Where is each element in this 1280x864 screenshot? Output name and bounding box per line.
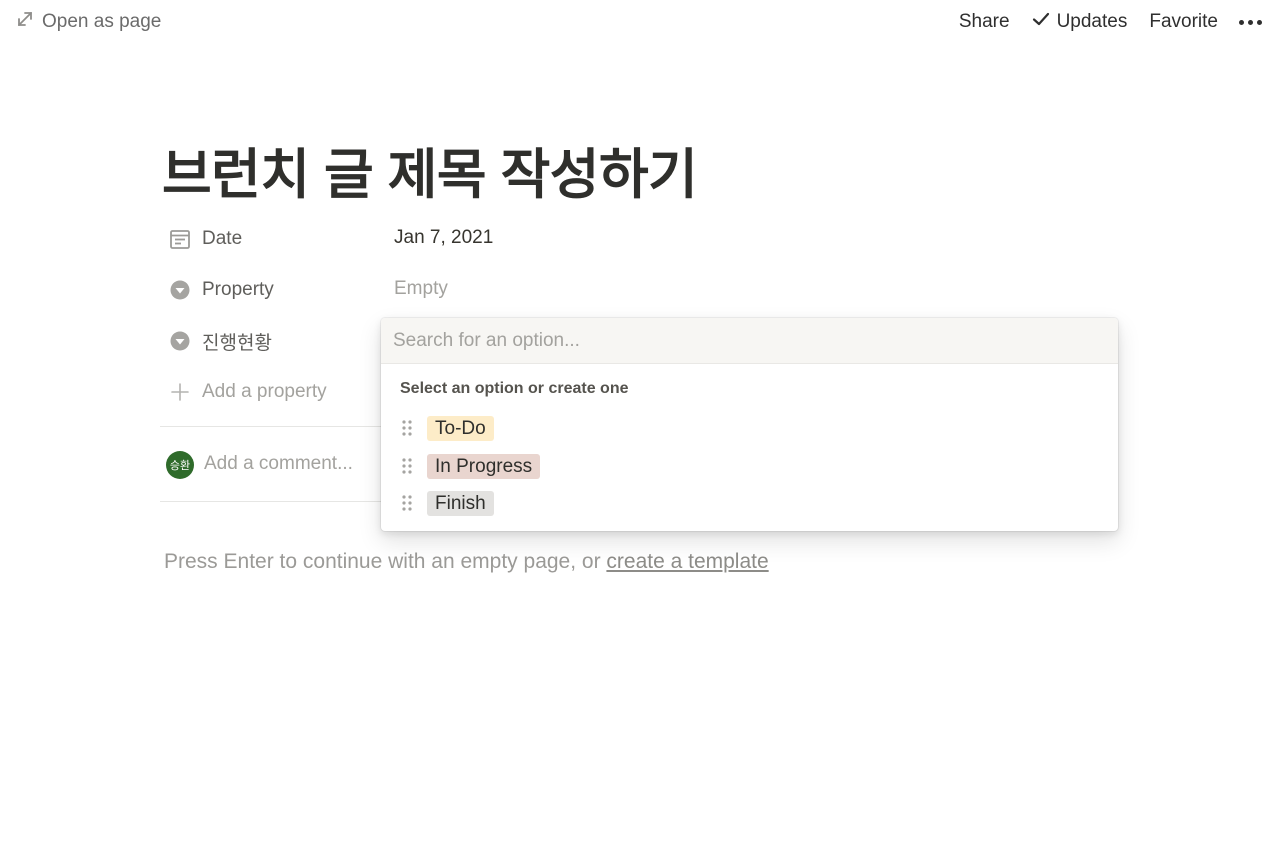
add-property-label: Add a property	[202, 381, 327, 402]
top-actions: Share Updates Favorite	[948, 9, 1266, 35]
drag-handle-icon[interactable]	[397, 493, 417, 513]
property-value[interactable]: Empty	[394, 278, 448, 300]
option-tag: Finish	[427, 490, 494, 516]
updates-label: Updates	[1056, 11, 1128, 32]
share-button[interactable]: Share	[948, 11, 1021, 33]
page-title[interactable]: 브런치 글 제목 작성하기	[162, 130, 698, 209]
option-item-finish[interactable]: Finish	[397, 488, 494, 518]
date-label: Date	[202, 228, 243, 249]
option-item-todo[interactable]: To-Do	[397, 413, 494, 443]
divider	[160, 501, 390, 502]
property-date[interactable]: Date	[166, 223, 386, 255]
property-status[interactable]: 진행현황	[166, 325, 386, 357]
hint-text: Press Enter to continue with an empty pa…	[164, 550, 607, 573]
drag-handle-icon[interactable]	[397, 456, 417, 476]
share-label: Share	[958, 11, 1010, 32]
drag-handle-icon[interactable]	[397, 418, 417, 438]
check-icon	[1032, 11, 1050, 33]
plus-icon	[166, 378, 194, 406]
select-icon	[166, 276, 194, 304]
property-property[interactable]: Property	[166, 274, 386, 306]
updates-button[interactable]: Updates	[1021, 11, 1139, 33]
create-template-link[interactable]: create a template	[606, 550, 768, 573]
calendar-icon	[166, 225, 194, 253]
comment-input[interactable]	[204, 450, 382, 478]
top-bar: Open as page Share Updates Favorite	[0, 0, 1280, 44]
select-icon	[166, 327, 194, 355]
property-label: Property	[202, 279, 274, 300]
option-search-bar	[381, 318, 1118, 364]
open-as-page-button[interactable]: Open as page	[16, 10, 161, 34]
empty-page-hint: Press Enter to continue with an empty pa…	[164, 550, 769, 574]
option-dropdown: Select an option or create one To-Do In …	[381, 318, 1118, 531]
expand-arrow-icon	[16, 10, 34, 34]
more-options-button[interactable]	[1229, 19, 1266, 25]
option-tag: To-Do	[427, 415, 494, 441]
option-item-in-progress[interactable]: In Progress	[397, 451, 541, 481]
favorite-button[interactable]: Favorite	[1138, 11, 1229, 33]
avatar: 승환	[166, 451, 194, 479]
more-dots-icon	[1239, 19, 1262, 25]
status-label: 진행현황	[202, 332, 272, 354]
option-tag: In Progress	[427, 453, 541, 479]
dropdown-heading: Select an option or create one	[400, 380, 629, 397]
option-search-input[interactable]	[393, 329, 1106, 352]
add-property-button[interactable]: Add a property	[166, 376, 386, 408]
date-value[interactable]: Jan 7, 2021	[394, 227, 493, 249]
open-as-page-label: Open as page	[42, 11, 162, 32]
favorite-label: Favorite	[1149, 11, 1218, 32]
divider	[160, 426, 390, 427]
